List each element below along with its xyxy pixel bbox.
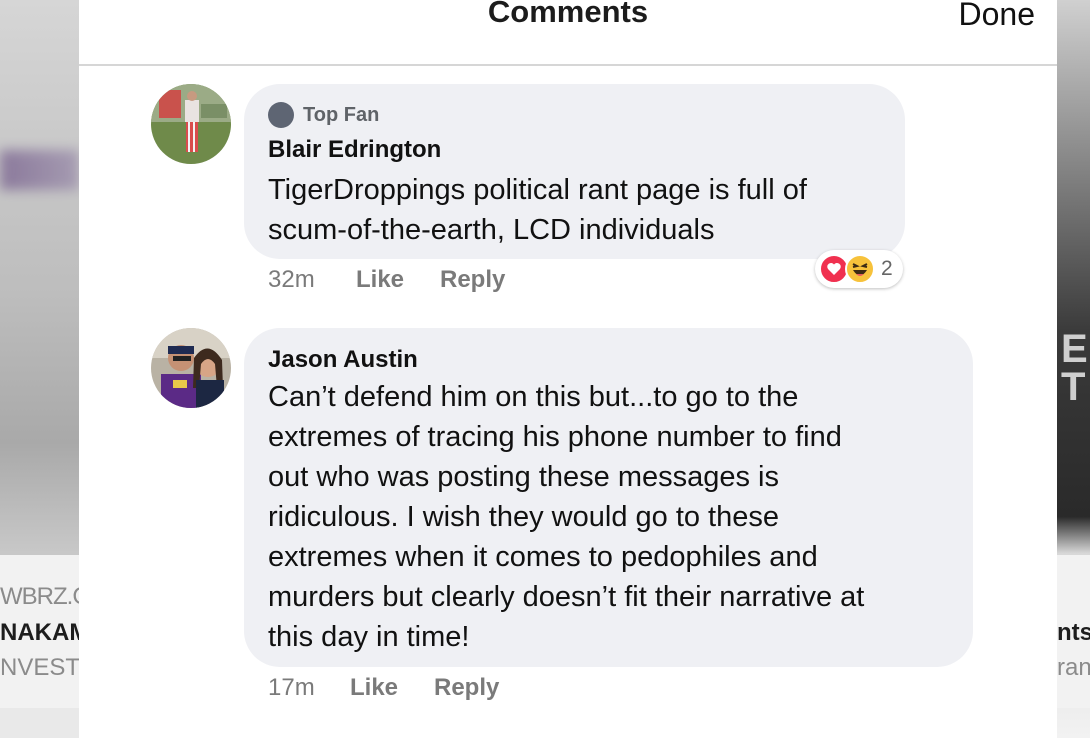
reply-button[interactable]: Reply: [434, 674, 499, 702]
like-button[interactable]: Like: [356, 266, 404, 294]
comment-text-line: extremes when it comes to pedophiles and: [268, 541, 818, 573]
top-fan-icon: [268, 102, 294, 128]
background-page-left: WBRZ.C NAKAM NVEST: [0, 0, 90, 738]
comment-text-line: scum-of-the-earth, LCD individuals: [268, 214, 715, 246]
background-letter: T: [1061, 365, 1086, 409]
comment-author[interactable]: Jason Austin: [268, 346, 418, 374]
comment-text-line: TigerDroppings political rant page is fu…: [268, 174, 807, 206]
top-fan-label: Top Fan: [303, 103, 380, 126]
comments-title: Comments: [487, 0, 649, 29]
top-fan-badge: Top Fan: [268, 101, 379, 129]
avatar[interactable]: [151, 328, 231, 408]
background-headline-text: NAKAM: [0, 619, 90, 646]
background-source-text: WBRZ.C: [0, 583, 90, 610]
comment-text-line: murders but clearly doesn’t fit their na…: [268, 581, 865, 613]
user-photo-icon: [151, 84, 231, 164]
reactions-summary[interactable]: 2: [815, 250, 903, 288]
like-button[interactable]: Like: [350, 674, 398, 702]
comment-author[interactable]: Blair Edrington: [268, 136, 441, 164]
background-footer: [0, 708, 79, 738]
comment-text-line: ridiculous. I wish they would go to thes…: [268, 501, 779, 533]
avatar[interactable]: [151, 84, 231, 164]
background-subtitle-text: ran: [1057, 654, 1090, 681]
comment-timestamp: 32m: [268, 266, 315, 293]
laugh-icon: [845, 254, 875, 284]
background-page-right: E T nts ran: [1057, 0, 1090, 738]
reply-button[interactable]: Reply: [440, 266, 505, 294]
background-letter: E: [1061, 327, 1088, 371]
comment-timestamp: 17m: [268, 674, 315, 701]
comment-text-line: extremes of tracing his phone number to …: [268, 421, 842, 453]
user-photo-icon: [151, 328, 231, 408]
comment-text: TigerDroppings political rant page is fu…: [268, 170, 807, 250]
background-headline-text: nts: [1057, 619, 1090, 646]
reaction-count: 2: [881, 257, 893, 280]
background-image-letters: E T: [1061, 327, 1088, 409]
comment-text-line: Can’t defend him on this but...to go to …: [268, 381, 799, 413]
comments-sheet: Comments Done Top Fan Blair Edrington Ti…: [79, 0, 1057, 738]
comment-text-line: this day in time!: [268, 621, 470, 653]
comments-header: Comments Done: [79, 0, 1057, 66]
comment-bubble[interactable]: Jason Austin Can’t defend him on this bu…: [244, 328, 973, 667]
background-image-strip: [0, 150, 79, 190]
background-subtitle-text: NVEST: [0, 654, 81, 681]
comment-text-line: out who was posting these messages is: [268, 461, 779, 493]
done-button[interactable]: Done: [959, 0, 1036, 33]
comment-text: Can’t defend him on this but...to go to …: [268, 377, 864, 657]
comment-bubble[interactable]: Top Fan Blair Edrington TigerDroppings p…: [244, 84, 905, 259]
